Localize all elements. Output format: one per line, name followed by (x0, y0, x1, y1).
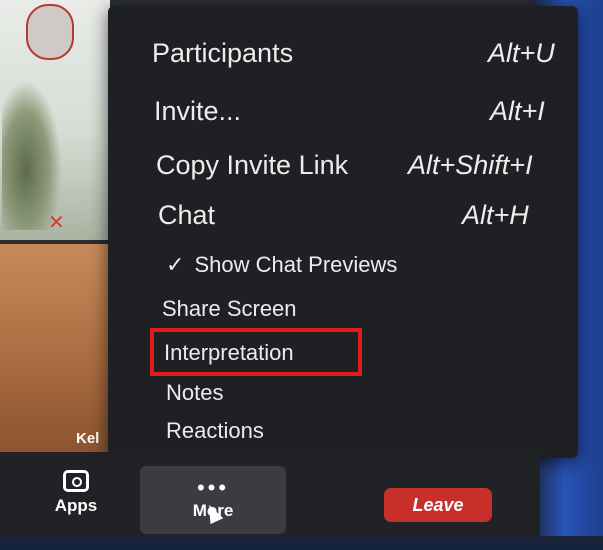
checkmark-icon: ✓ (166, 252, 185, 277)
shortcut-label: Alt+I (490, 96, 545, 126)
apps-button[interactable]: Apps (48, 470, 104, 516)
shortcut-label: Alt+U (488, 38, 555, 68)
background-plant (2, 80, 62, 230)
menu-item-chat[interactable]: Chat Alt+H (158, 200, 548, 231)
menu-item-invite[interactable]: Invite... Alt+I (154, 96, 554, 127)
monitor-bezel-bottom (0, 536, 603, 550)
menu-item-share-screen[interactable]: Share Screen (162, 296, 297, 322)
menu-item-notes[interactable]: Notes (166, 380, 223, 406)
more-button[interactable]: ••• More (140, 466, 286, 534)
menu-item-reactions[interactable]: Reactions (166, 418, 264, 444)
menu-item-label: Notes (166, 380, 224, 405)
menu-item-label: Chat (158, 200, 216, 230)
leave-button[interactable]: Leave (384, 488, 492, 522)
menu-item-label: Invite... (154, 96, 242, 126)
video-tile-bottom: Kel (0, 244, 118, 452)
shortcut-label: Alt+H (462, 200, 529, 230)
participant-avatar (26, 4, 74, 60)
video-tile-top: ✕ (0, 0, 110, 240)
menu-item-label: Show Chat Previews (194, 252, 398, 277)
apps-label: Apps (54, 496, 98, 515)
menu-item-label: Reactions (166, 418, 264, 443)
menu-item-label: Share Screen (162, 296, 297, 321)
menu-item-label: Copy Invite Link (156, 150, 349, 180)
menu-item-label: Participants (152, 38, 294, 68)
more-dots-icon: ••• (196, 475, 230, 500)
participant-name: Kel (76, 430, 100, 447)
meeting-screen: ✕ Kel Participants Alt+U Invite... Alt+I… (0, 0, 603, 550)
shortcut-label: Alt+Shift+I (408, 150, 533, 180)
mic-off-icon: ✕ (48, 212, 65, 234)
highlight-annotation (150, 328, 362, 376)
menu-item-copy-invite-link[interactable]: Copy Invite Link Alt+Shift+I (156, 150, 556, 181)
apps-icon (63, 470, 89, 492)
menu-item-show-chat-previews[interactable]: ✓ Show Chat Previews (166, 252, 397, 278)
menu-item-participants[interactable]: Participants Alt+U (152, 38, 562, 69)
